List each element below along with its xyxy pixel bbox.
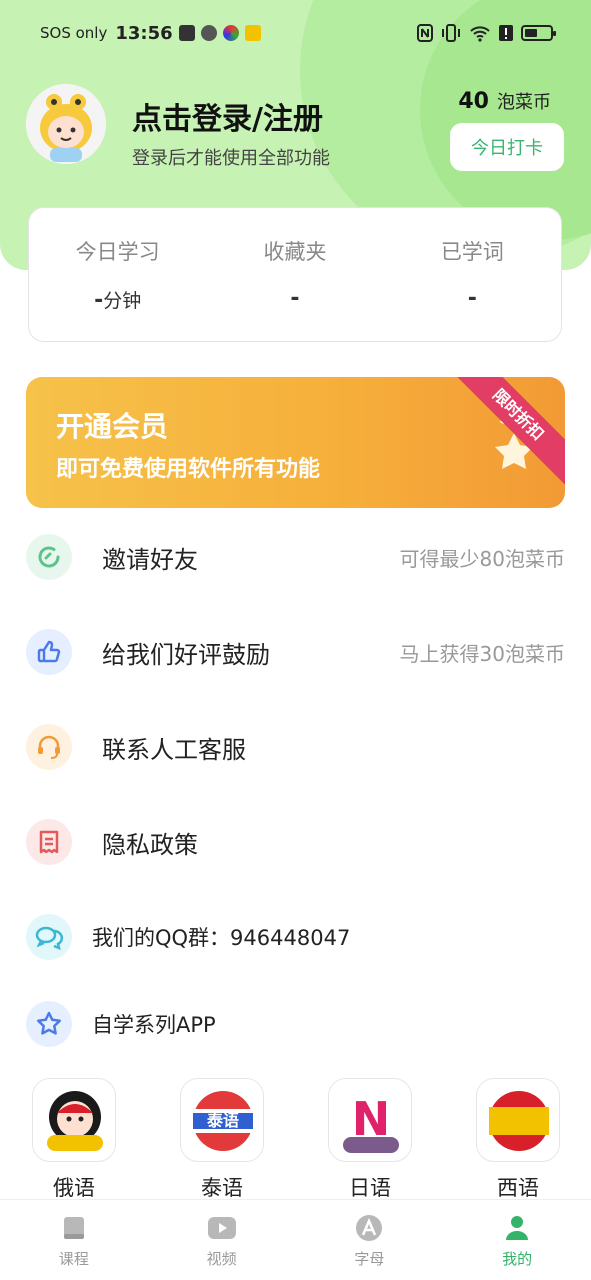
- nav-label: 视频: [206, 1250, 237, 1268]
- person-icon: [506, 1216, 529, 1240]
- app-spanish[interactable]: 西语: [476, 1078, 560, 1202]
- stat-label: 今日学习: [75, 240, 160, 264]
- app-thai[interactable]: 泰语 泰语: [180, 1078, 264, 1202]
- carrier-text: SOS only: [40, 24, 108, 42]
- menu-label: 邀请好友: [102, 545, 198, 574]
- thai-app-icon: 泰语: [180, 1078, 264, 1162]
- vip-subtitle: 即可免费使用软件所有功能: [56, 457, 321, 482]
- alert-icon: [499, 25, 513, 41]
- login-subtitle: 登录后才能使用全部功能: [132, 148, 330, 169]
- nav-video[interactable]: 视频: [148, 1200, 296, 1280]
- vip-title: 开通会员: [56, 410, 169, 443]
- japanese-app-icon: N: [328, 1078, 412, 1162]
- status-bar: SOS only 13:56: [0, 0, 591, 66]
- menu-hint: 马上获得30泡菜币: [399, 641, 565, 666]
- app-japanese[interactable]: N 日语: [328, 1078, 412, 1202]
- menu-label: 隐私政策: [102, 830, 198, 859]
- nav-label: 课程: [58, 1250, 89, 1268]
- thumbs-up-icon: [26, 629, 72, 675]
- coin-unit: 泡菜币: [497, 92, 551, 113]
- menu-label: 联系人工客服: [102, 735, 246, 764]
- menu-self-study-apps[interactable]: 自学系列APP: [26, 999, 565, 1049]
- menu-label: 自学系列APP: [92, 1013, 216, 1037]
- vip-banner[interactable]: 开通会员 即可免费使用软件所有功能 限时折扣: [26, 377, 565, 508]
- frog-avatar-icon: [26, 84, 106, 164]
- stat-value: -: [467, 286, 477, 311]
- nav-label: 我的: [502, 1250, 533, 1268]
- book-icon: [63, 1217, 84, 1239]
- stats-card: 今日学习 -分钟 收藏夹 - 已学词 -: [28, 207, 562, 342]
- menu-hint: 可得最少80泡菜币: [399, 546, 565, 571]
- nav-alphabet[interactable]: 字母: [296, 1200, 444, 1280]
- shield-icon: [200, 25, 217, 41]
- nfc-icon: [417, 24, 433, 42]
- browser-icon: [222, 25, 239, 41]
- stat-value: -: [94, 288, 104, 313]
- menu-label: 给我们好评鼓励: [102, 640, 270, 669]
- invite-icon: [26, 534, 72, 580]
- app-name: 西语: [497, 1176, 539, 1200]
- menu-privacy-policy[interactable]: 隐私政策: [26, 817, 565, 867]
- menu-customer-service[interactable]: 联系人工客服: [26, 722, 565, 772]
- star-icon: [26, 1001, 72, 1047]
- coin-balance: 40 泡菜币: [458, 88, 551, 114]
- clock: 13:56: [115, 22, 173, 44]
- menu-label: 我们的QQ群：946448047: [92, 926, 351, 950]
- stat-today-study[interactable]: 今日学习 -分钟: [29, 208, 206, 341]
- coin-count: 40: [458, 89, 489, 114]
- vibrate-icon: [442, 24, 460, 42]
- app-notification-icon: [244, 25, 261, 41]
- menu-invite-friends[interactable]: 邀请好友 可得最少80泡菜币: [26, 532, 565, 582]
- spanish-app-icon: [476, 1078, 560, 1162]
- stat-label: 收藏夹: [263, 240, 327, 264]
- menu-rate-us[interactable]: 给我们好评鼓励 马上获得30泡菜币: [26, 627, 565, 677]
- checkin-button[interactable]: 今日打卡: [450, 123, 564, 171]
- stat-value: -: [290, 286, 300, 311]
- nav-label: 字母: [354, 1250, 385, 1268]
- login-title[interactable]: 点击登录/注册: [132, 94, 323, 138]
- app-name: 俄语: [53, 1176, 95, 1200]
- mail-icon: [178, 25, 195, 41]
- stat-label: 已学词: [440, 240, 504, 264]
- document-icon: [26, 819, 72, 865]
- chat-icon: [26, 914, 72, 960]
- app-name: 日语: [349, 1176, 391, 1200]
- nav-mine[interactable]: 我的: [443, 1200, 591, 1280]
- stat-suffix: 分钟: [103, 290, 142, 312]
- app-name: 泰语: [201, 1176, 243, 1200]
- stat-learned-words[interactable]: 已学词 -: [384, 208, 561, 341]
- wifi-icon: [470, 26, 490, 42]
- menu-qq-group[interactable]: 我们的QQ群：946448047: [26, 912, 565, 962]
- avatar[interactable]: [26, 84, 106, 164]
- nav-course[interactable]: 课程: [0, 1200, 148, 1280]
- stat-favorites[interactable]: 收藏夹 -: [206, 208, 383, 341]
- battery-icon: [521, 25, 556, 41]
- app-russian[interactable]: 俄语: [32, 1078, 116, 1202]
- headset-icon: [26, 724, 72, 770]
- bottom-nav: 课程 视频 字母 我的: [0, 1199, 591, 1280]
- russian-app-icon: [32, 1078, 116, 1162]
- letter-a-icon: [356, 1215, 383, 1241]
- svg-text:泰语: 泰语: [206, 1111, 239, 1130]
- video-icon: [207, 1217, 236, 1239]
